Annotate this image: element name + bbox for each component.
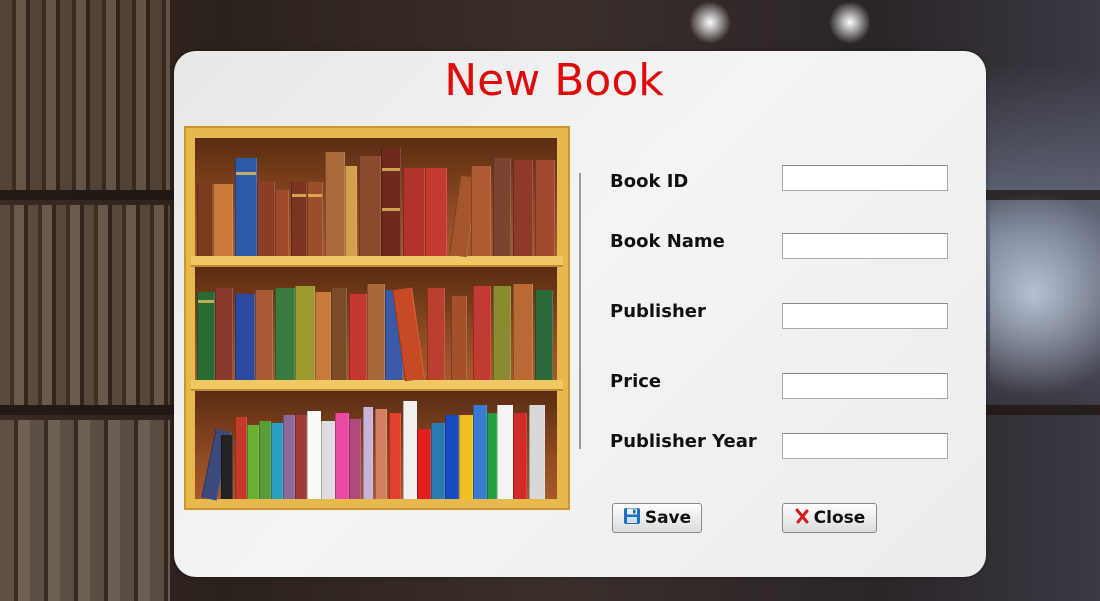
bookcase-illustration — [184, 126, 570, 510]
book-spine — [381, 148, 401, 256]
book-name-input[interactable] — [782, 233, 948, 259]
book-spine — [513, 160, 533, 256]
vertical-divider — [579, 173, 581, 449]
floppy-disk-icon — [623, 507, 641, 530]
book-spine — [445, 415, 459, 499]
publisher-label: Publisher — [610, 301, 706, 322]
close-x-icon — [794, 508, 810, 529]
book-spine — [535, 160, 555, 256]
book-spine — [363, 407, 373, 499]
book-spine — [529, 405, 545, 499]
book-spine — [275, 288, 295, 380]
save-button[interactable]: Save — [612, 503, 702, 533]
book-spine — [315, 292, 331, 380]
book-spine — [349, 419, 361, 499]
book-spine — [335, 413, 349, 499]
top-shelf-books — [195, 138, 557, 258]
book-spine — [513, 284, 533, 380]
new-book-dialog: New Book Book ID Book Name Publisher Pri… — [174, 51, 986, 577]
book-spine — [221, 435, 233, 499]
book-spine — [349, 294, 367, 380]
book-spine — [493, 286, 511, 380]
book-spine — [325, 152, 345, 256]
book-spine — [307, 182, 323, 256]
book-spine — [213, 184, 233, 256]
book-spine — [235, 294, 255, 380]
book-spine — [389, 413, 401, 499]
book-spine — [425, 168, 447, 256]
book-spine — [307, 411, 321, 499]
shelf-plank — [191, 380, 563, 391]
close-button-label: Close — [813, 508, 866, 528]
publisher-year-input[interactable] — [782, 433, 948, 459]
bottom-shelf-books — [195, 391, 557, 501]
book-spine — [331, 288, 347, 380]
book-spine — [257, 182, 275, 256]
book-spine — [291, 182, 307, 256]
book-spine — [247, 425, 259, 499]
middle-shelf-books — [195, 267, 557, 382]
book-name-label: Book Name — [610, 231, 725, 252]
book-spine — [375, 409, 387, 499]
book-spine — [473, 405, 487, 499]
book-spine — [235, 417, 247, 499]
publisher-input[interactable] — [782, 303, 948, 329]
book-spine — [295, 286, 315, 380]
close-button[interactable]: Close — [782, 503, 877, 533]
book-spine — [367, 284, 385, 380]
book-spine — [359, 156, 381, 256]
book-spine — [235, 158, 257, 256]
save-button-label: Save — [644, 508, 692, 528]
price-label: Price — [610, 371, 662, 392]
dialog-title: New Book — [444, 55, 664, 106]
publisher-year-label: Publisher Year — [610, 431, 757, 452]
book-spine — [487, 413, 497, 499]
book-spine — [197, 292, 215, 380]
book-spine — [255, 290, 273, 380]
book-spine — [283, 415, 295, 499]
book-spine — [493, 158, 511, 256]
book-spine — [431, 423, 445, 499]
book-spine — [497, 405, 513, 499]
book-spine — [197, 184, 213, 256]
book-spine — [427, 288, 445, 380]
book-spine — [459, 415, 473, 499]
book-spine — [345, 166, 357, 256]
book-spine — [513, 413, 527, 499]
book-spine — [473, 286, 491, 380]
book-id-label: Book ID — [610, 171, 689, 192]
book-spine — [259, 421, 271, 499]
price-input[interactable] — [782, 373, 948, 399]
book-spine — [271, 423, 283, 499]
book-spine — [535, 290, 553, 380]
book-spine — [417, 429, 431, 499]
book-spine — [403, 168, 425, 256]
book-id-input[interactable] — [782, 165, 948, 191]
book-spine — [215, 288, 233, 380]
book-spine — [471, 166, 491, 256]
book-spine — [403, 401, 417, 499]
book-spine — [295, 415, 307, 499]
book-spine — [275, 190, 289, 256]
book-spine — [321, 421, 335, 499]
shelf-plank — [191, 256, 563, 267]
book-spine — [451, 296, 467, 380]
